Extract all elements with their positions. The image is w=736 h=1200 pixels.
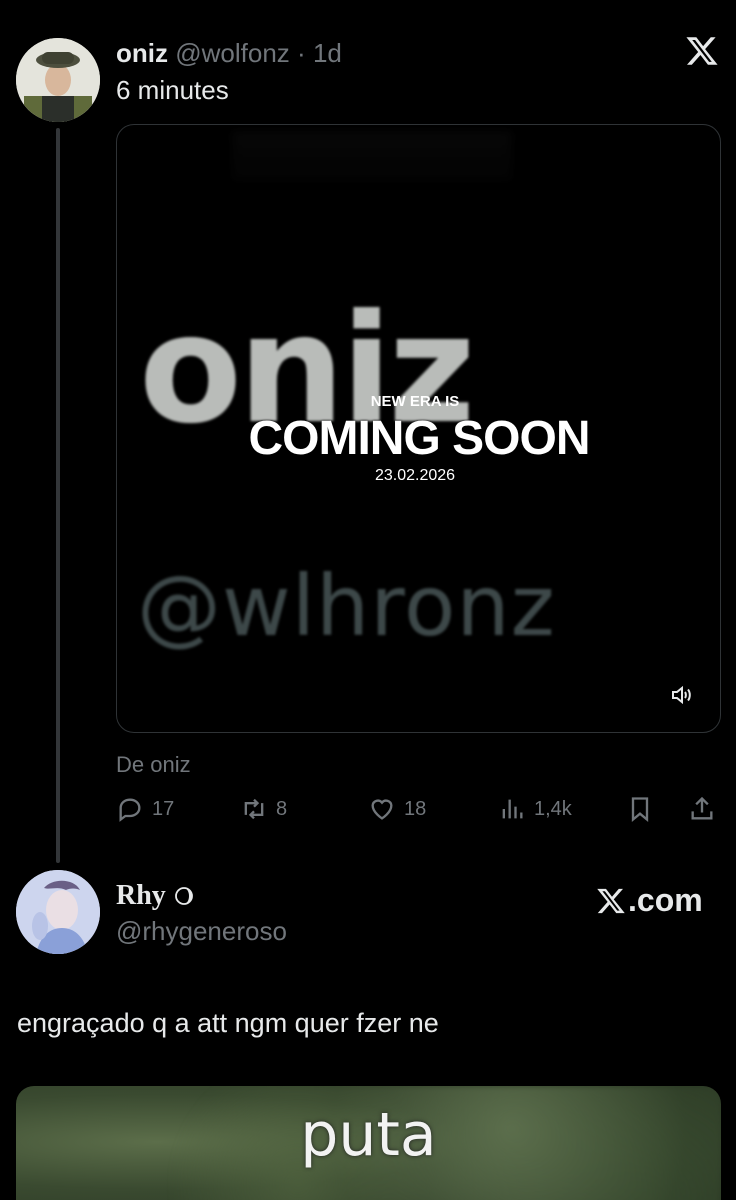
- x-logo-icon: [686, 37, 718, 65]
- action-bar: 17 8 18 1,4k: [116, 792, 721, 826]
- retweet-count: 8: [276, 797, 288, 820]
- media-handle-text: @wlhronz: [137, 557, 556, 655]
- share-icon: [691, 796, 713, 820]
- bookmark-icon: [631, 797, 649, 822]
- reply-icon: [119, 798, 141, 822]
- retweet-button[interactable]: 8: [240, 792, 287, 826]
- source-label[interactable]: De oniz: [116, 752, 191, 778]
- overlay-coming-soon: COMING SOON: [248, 412, 590, 465]
- author-handle[interactable]: @wolfonz: [175, 38, 290, 68]
- reply-header: Rhy: [116, 880, 194, 912]
- x-logo-icon: [597, 888, 625, 913]
- views-count: 1,4k: [534, 797, 572, 820]
- share-button[interactable]: [688, 792, 716, 826]
- views-icon: [502, 799, 523, 819]
- reply-image[interactable]: puta: [16, 1086, 721, 1200]
- reply-author-name[interactable]: Rhy: [116, 880, 166, 912]
- reply-button[interactable]: 17: [116, 792, 174, 826]
- image-caption: puta: [300, 1100, 437, 1170]
- retweet-icon: [244, 798, 264, 820]
- x-com-watermark: .com: [596, 882, 703, 919]
- overlay-date: 23.02.2026: [374, 467, 456, 484]
- volume-icon[interactable]: [669, 683, 693, 707]
- bookmark-button[interactable]: [626, 792, 654, 826]
- reply-text: engraçado q a att ngm quer fzer ne: [17, 1008, 439, 1038]
- like-count: 18: [404, 797, 427, 820]
- separator: ·: [297, 38, 306, 68]
- reply-count: 17: [152, 797, 175, 820]
- moon-badge-icon: [174, 887, 193, 905]
- watermark-text: .com: [628, 882, 703, 918]
- avatar[interactable]: [16, 870, 100, 954]
- thread-line: [56, 128, 60, 863]
- tweet-header: oniz @wolfonz · 1d: [116, 38, 342, 68]
- tweet-text: 6 minutes: [116, 75, 229, 105]
- heart-icon: [371, 799, 393, 820]
- tweet-age[interactable]: 1d: [313, 38, 342, 68]
- video-media[interactable]: oniz NEW ERA IS COMING SOON 23.02.2026 @…: [116, 124, 721, 733]
- avatar[interactable]: [16, 38, 100, 122]
- media-blur-top: [232, 131, 512, 181]
- views-button[interactable]: 1,4k: [498, 792, 572, 826]
- author-name[interactable]: oniz: [116, 38, 168, 68]
- overlay-new-era: NEW ERA IS: [370, 393, 460, 410]
- like-button[interactable]: 18: [368, 792, 426, 826]
- reply-author-handle[interactable]: @rhygeneroso: [116, 916, 287, 947]
